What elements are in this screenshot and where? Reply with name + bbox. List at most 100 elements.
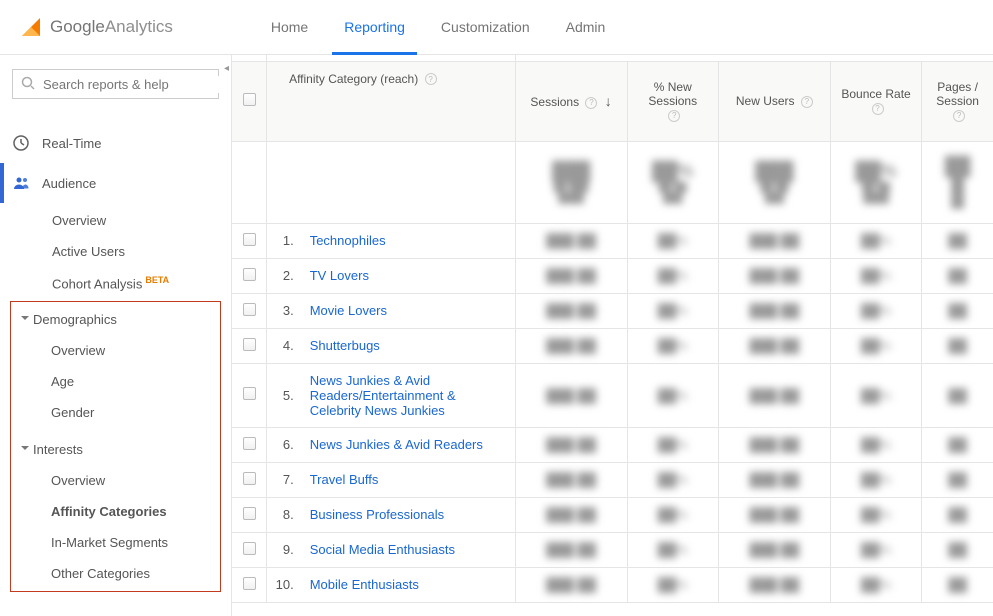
affinity-category-link[interactable]: Technophiles (310, 233, 386, 248)
row-checkbox[interactable] (243, 507, 256, 520)
app-header: Google Analytics Home Reporting Customiz… (0, 0, 993, 55)
cell-sessions: ███ ██ (515, 427, 627, 462)
search-input[interactable] (41, 76, 221, 93)
affinity-category-link[interactable]: Mobile Enthusiasts (310, 577, 419, 592)
sort-desc-icon[interactable]: ↓ (605, 93, 612, 109)
column-header-pct-new-sessions[interactable]: % New Sessions (648, 80, 697, 108)
row-checkbox[interactable] (243, 338, 256, 351)
sidebar-item-demographics[interactable]: Demographics (11, 304, 220, 335)
tab-home[interactable]: Home (253, 0, 326, 54)
sidebar-item-overview[interactable]: Overview (12, 205, 219, 236)
row-checkbox[interactable] (243, 303, 256, 316)
affinity-category-link[interactable]: Movie Lovers (310, 303, 387, 318)
tab-customization[interactable]: Customization (423, 0, 548, 54)
row-index: 2. (267, 258, 302, 293)
sidebar-item-audience[interactable]: Audience (12, 163, 219, 203)
affinity-category-link[interactable]: Social Media Enthusiasts (310, 542, 455, 557)
table-row: 10.Mobile Enthusiasts███ ████%███ ████%█… (232, 567, 993, 602)
row-checkbox[interactable] (243, 577, 256, 590)
sidebar-item-interests-overview[interactable]: Overview (11, 465, 220, 496)
row-checkbox[interactable] (243, 437, 256, 450)
cell-sessions: ███ ██ (515, 258, 627, 293)
cell-bounce: ██% (830, 567, 921, 602)
row-index: 8. (267, 497, 302, 532)
sidebar-item-other-categories[interactable]: Other Categories (11, 558, 220, 589)
sidebar-item-demographics-overview[interactable]: Overview (11, 335, 220, 366)
nav-tabs: Home Reporting Customization Admin (253, 0, 623, 54)
cell-bounce: ██% (830, 293, 921, 328)
sidebar-item-affinity-categories[interactable]: Affinity Categories (11, 496, 220, 527)
search-box[interactable] (12, 69, 219, 99)
sidebar-item-interests[interactable]: Interests (11, 434, 220, 465)
row-checkbox[interactable] (243, 542, 256, 555)
row-index: 3. (267, 293, 302, 328)
row-index: 1. (267, 223, 302, 258)
beta-badge: BETA (145, 275, 169, 285)
affinity-category-link[interactable]: TV Lovers (310, 268, 369, 283)
help-icon[interactable]: ? (585, 97, 597, 109)
affinity-category-link[interactable]: Shutterbugs (310, 338, 380, 353)
table-row: 1.Technophiles███ ████%███ ████%██ (232, 223, 993, 258)
help-icon[interactable]: ? (801, 96, 813, 108)
sidebar-item-realtime[interactable]: Real-Time (12, 123, 219, 163)
cell-pps: ██ (922, 532, 993, 567)
column-header-affinity[interactable]: Affinity Category (reach) (289, 72, 418, 86)
tab-admin[interactable]: Admin (548, 0, 624, 54)
cell-new-users: ███ ██ (718, 328, 830, 363)
table-row: 3.Movie Lovers███ ████%███ ████%██ (232, 293, 993, 328)
row-checkbox[interactable] (243, 268, 256, 281)
affinity-category-link[interactable]: News Junkies & Avid Readers/Entertainmen… (310, 373, 456, 418)
cell-pct-new: ██% (627, 497, 718, 532)
table-row: 2.TV Lovers███ ████%███ ████%██ (232, 258, 993, 293)
help-icon[interactable]: ? (953, 110, 965, 122)
help-icon[interactable]: ? (872, 103, 884, 115)
column-header-bounce-rate[interactable]: Bounce Rate (841, 87, 910, 101)
affinity-category-link[interactable]: Business Professionals (310, 507, 444, 522)
cell-pps: ██ (922, 223, 993, 258)
cell-new-users: ███ ██ (718, 532, 830, 567)
table-row: 4.Shutterbugs███ ████%███ ████%██ (232, 328, 993, 363)
sidebar-item-in-market-segments[interactable]: In-Market Segments (11, 527, 220, 558)
row-checkbox[interactable] (243, 233, 256, 246)
table-row: 8.Business Professionals███ ████%███ ███… (232, 497, 993, 532)
cell-sessions: ███ ██ (515, 223, 627, 258)
row-index: 7. (267, 462, 302, 497)
sidebar-label-realtime: Real-Time (42, 136, 101, 151)
row-index: 10. (267, 567, 302, 602)
tab-reporting[interactable]: Reporting (326, 0, 423, 54)
sidebar-item-demographics-gender[interactable]: Gender (11, 397, 220, 428)
cell-pct-new: ██% (627, 363, 718, 427)
row-index: 5. (267, 363, 302, 427)
clock-icon (12, 134, 42, 152)
affinity-category-link[interactable]: Travel Buffs (310, 472, 379, 487)
audience-icon (12, 174, 42, 192)
ga-logo[interactable]: Google Analytics (20, 16, 173, 38)
cell-pct-new: ██% (627, 258, 718, 293)
select-all-checkbox[interactable] (243, 93, 256, 106)
cell-bounce: ██% (830, 258, 921, 293)
row-index: 4. (267, 328, 302, 363)
sidebar-collapse-icon[interactable]: ◂ (224, 63, 232, 79)
cell-bounce: ██% (830, 532, 921, 567)
sidebar-item-demographics-age[interactable]: Age (11, 366, 220, 397)
cell-new-users: ███ ██ (718, 293, 830, 328)
help-icon[interactable]: ? (668, 110, 680, 122)
cell-bounce: ██% (830, 427, 921, 462)
cell-bounce: ██% (830, 223, 921, 258)
column-header-pages-session[interactable]: Pages / Session (936, 80, 979, 108)
column-header-sessions[interactable]: Sessions (530, 95, 579, 109)
table-row: 5.News Junkies & Avid Readers/Entertainm… (232, 363, 993, 427)
search-icon (21, 76, 35, 93)
row-checkbox[interactable] (243, 472, 256, 485)
affinity-category-link[interactable]: News Junkies & Avid Readers (310, 437, 483, 452)
cell-sessions: ███ ██ (515, 363, 627, 427)
cell-pps: ██ (922, 293, 993, 328)
help-icon[interactable]: ? (425, 73, 437, 85)
cell-new-users: ███ ██ (718, 363, 830, 427)
sidebar-item-cohort[interactable]: Cohort AnalysisBETA (12, 267, 219, 299)
cell-pct-new: ██% (627, 462, 718, 497)
column-header-new-users[interactable]: New Users (736, 94, 795, 108)
cell-pps: ██ (922, 567, 993, 602)
row-checkbox[interactable] (243, 387, 256, 400)
sidebar-item-active-users[interactable]: Active Users (12, 236, 219, 267)
